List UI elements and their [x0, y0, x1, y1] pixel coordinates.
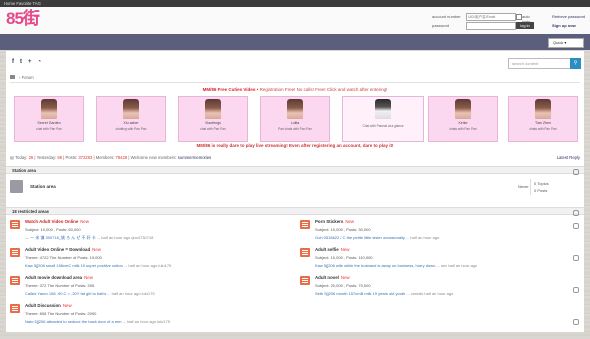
scroll-handle[interactable] [573, 319, 579, 325]
last-post-link[interactable]: 一 米 谦 390716_姚 ろ ん ぜ 不 好 卡 ... [30, 235, 100, 240]
forum-title[interactable]: Adult novel New [315, 275, 350, 280]
forum-title[interactable]: Adult Discussion New [25, 303, 72, 308]
site-logo[interactable]: 85街 [6, 9, 40, 29]
home-icon[interactable] [10, 75, 15, 79]
collapse-icon[interactable] [573, 169, 579, 175]
avatar [287, 99, 303, 119]
forum-icon [10, 304, 20, 313]
ad-footer[interactable]: MM/86 is really dare to play live stream… [6, 143, 584, 148]
forum-icon [10, 248, 20, 257]
avatar [123, 99, 139, 119]
forum-title[interactable]: Adult movie download area New [25, 275, 93, 280]
breadcrumb: › Forum [10, 73, 580, 83]
forum-title[interactable]: Station area [30, 184, 56, 189]
last-post-link[interactable]: Kaw 5j]206 wife while the husband is awa… [315, 263, 440, 268]
avatar [535, 99, 551, 119]
scroll-handle[interactable] [573, 223, 579, 229]
divider [530, 179, 531, 195]
forum-counts: 0 Topics 0 Posts [534, 181, 549, 193]
forum-row: Station area Never 0 Topics 0 Posts [10, 177, 580, 199]
last-post-link[interactable]: Called Yaron 158 -90 C = -20Y fat girl t… [25, 291, 111, 296]
forum-icon [10, 276, 20, 285]
search-icon[interactable]: ⚲ [570, 58, 581, 69]
newest-member-link[interactable]: summermemories [178, 155, 212, 160]
quick-label: Quick [553, 40, 564, 45]
last-post-link[interactable]: Seth 5j]206 month 157cmB milk 19 years o… [315, 291, 410, 296]
last-post-link[interactable]: Kaw 5j]206 small 158cmC milk 19 super po… [25, 263, 127, 268]
signup-link[interactable]: Sign up now [552, 23, 576, 28]
forum-icon [300, 248, 310, 257]
login-button[interactable]: log in [516, 22, 534, 29]
ad-card[interactable]: Xiu asher chatting with Pan Pan [96, 96, 166, 142]
forum-title[interactable]: Adult selfie New [315, 247, 349, 252]
password-input[interactable] [466, 22, 516, 30]
avatar [375, 99, 391, 119]
top-links[interactable]: Home Favorite TAG [4, 1, 41, 6]
facebook-icon[interactable]: f [12, 59, 14, 65]
last-post: Never [518, 184, 529, 189]
nav-bar [0, 34, 590, 50]
header: 85街 account number auto login Retrieve p… [0, 7, 590, 34]
scroll-handle[interactable] [573, 287, 579, 293]
ad-card[interactable]: Keike chats with Pan Pan [428, 96, 498, 142]
twitter-icon[interactable]: t [20, 59, 22, 65]
search-input[interactable]: search content [508, 58, 577, 69]
stats-icon: ▤ [10, 155, 14, 160]
forum-stats: ▤ Today: 26 | Yesterday: 96 | Posts: 372… [10, 154, 580, 162]
ad-card[interactable]: Tian Zhen chats with Pan Pan [508, 96, 578, 142]
top-bar: Home Favorite TAG [0, 0, 590, 7]
main-content: f t + ◔ search content ⚲ › Forum MM/86 Free… [6, 51, 584, 332]
section-header-restricted[interactable]: 18 restricted areas [6, 207, 584, 216]
ad-banner: Secret Garden chat with Pan Pan Xiu asher… [14, 96, 578, 142]
ad-card[interactable]: Chat with Pawnai at a glance [342, 96, 424, 142]
forum-icon [10, 220, 20, 229]
account-label: account number [432, 14, 461, 19]
section-header-station[interactable]: Station area [6, 166, 584, 175]
forum-item: Adult Discussion New Theme: 808 The Number… [10, 303, 292, 339]
collapse-icon[interactable] [573, 210, 579, 216]
ad-title[interactable]: MM/86 Free Cuties Video • Registration F… [6, 87, 584, 92]
last-post-link[interactable]: Goh 0518622 / C the petite little sister… [315, 235, 409, 240]
account-input[interactable] [466, 13, 516, 21]
social-icons: f t + ◔ [12, 59, 47, 65]
forum-title[interactable]: Watch Adult Video Online New [25, 219, 89, 224]
plus-icon[interactable]: + [28, 59, 32, 65]
forum-icon [10, 180, 23, 193]
avatar [41, 99, 57, 119]
forum-title[interactable]: Porn Stickers New [315, 219, 354, 224]
ad-card[interactable]: Xiaofengs chat with Pan Pan [178, 96, 248, 142]
avatar [205, 99, 221, 119]
forum-icon [300, 276, 310, 285]
forum-title[interactable]: Adult Video Online = Download New [25, 247, 101, 252]
avatar [455, 99, 471, 119]
forum-icon [300, 220, 310, 229]
breadcrumb-forum[interactable]: Forum [22, 75, 34, 80]
last-post-link[interactable]: Nato 5j]206 attracted to seduce the back… [25, 319, 126, 324]
ad-card[interactable]: Secret Garden chat with Pan Pan [14, 96, 84, 142]
password-label: password [432, 23, 450, 28]
rss-icon[interactable]: ◔ [38, 59, 42, 65]
ad-card[interactable]: Lolita Pan chats with Pan Pan [260, 96, 330, 142]
latest-reply-link[interactable]: Latest Reply [557, 154, 580, 162]
scroll-handle[interactable] [573, 255, 579, 261]
retrieve-password-link[interactable]: Retrieve password [552, 14, 585, 19]
quick-menu[interactable]: Quick ▾ [548, 38, 584, 48]
forum-item: Adult novel New Subject: 20,000 , Posts: 7… [300, 275, 582, 311]
